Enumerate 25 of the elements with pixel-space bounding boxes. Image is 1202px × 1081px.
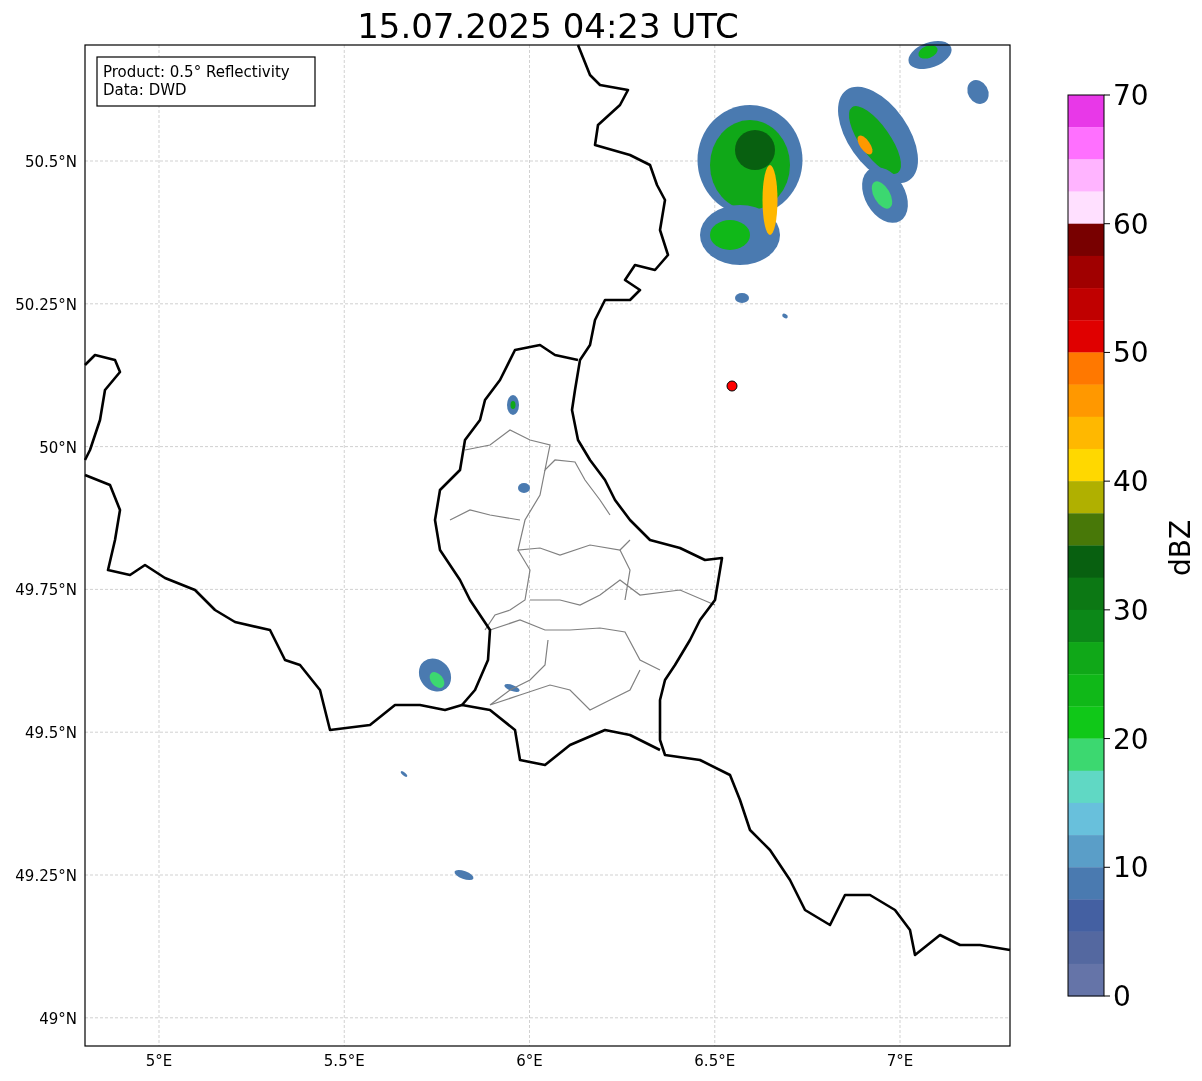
colorbar-tick-label: 70 [1113,79,1149,112]
axis-tick-label: 49°N [39,1009,77,1028]
colorbar-tick-label: 20 [1113,722,1149,756]
radar-site-marker [726,380,738,392]
axis-tick-label: 50°N [39,438,77,457]
info-text: Data: DWD [103,81,187,99]
colorbar-label: dBZ [1164,519,1197,577]
colorbar-tick-label: 40 [1113,465,1149,499]
info-text: Product: 0.5° Reflectivity [103,63,290,81]
colorbar-tick-label: 0 [1113,980,1131,1013]
axis-tick-label: 50.25°N [15,295,77,314]
axis-tick-label: 49.25°N [15,867,77,885]
axis-tick-label: 7°E [886,1052,914,1070]
axis-tick-label: 50.5°N [24,153,77,171]
chart-title: 15.07.2025 04:23 UTC [357,6,739,46]
colorbar-tick-label: 30 [1113,593,1149,627]
colorbar-tick-label: 50 [1113,336,1149,370]
colorbar-tick-label: 10 [1113,851,1149,885]
axis-tick-label: 5.5°E [323,1052,365,1070]
axis-tick-label: 49.5°N [24,724,77,743]
axis-tick-label: 6.5°E [694,1052,736,1070]
colorbar-tick-label: 60 [1113,207,1149,241]
axis-tick-label: 6°E [516,1052,543,1070]
axis-tick-label: 49.75°N [15,581,77,600]
axis-tick-label: 5°E [145,1052,173,1070]
